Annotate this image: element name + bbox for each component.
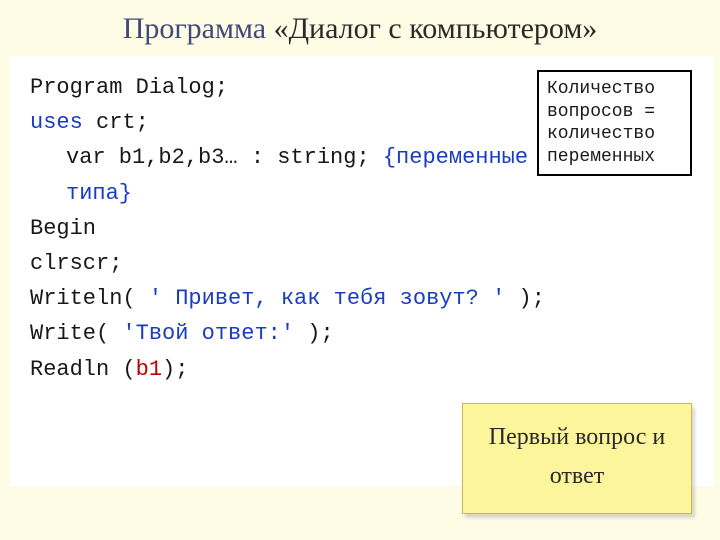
code-line-8: Readln (b1); [30,352,700,387]
code-text: Writeln( [30,286,136,311]
code-text: var b1,b2,b3… : string; [66,145,383,170]
string-literal: 'Твой ответ:' [122,321,294,346]
string-literal: ' Привет, как тебя зовут? ' [136,286,519,311]
title-word-1: Программа [123,12,266,45]
code-text: ); [519,286,545,311]
code-line-6: Writeln( ' Привет, как тебя зовут? ' ); [30,281,700,316]
code-text: Write( [30,321,122,346]
code-text: Readln ( [30,357,136,382]
note-box: Количество вопросов = количество перемен… [537,70,692,176]
code-text: ); [162,357,188,382]
code-line-7: Write( 'Твой ответ:' ); [30,316,700,351]
code-text: ); [294,321,334,346]
variable-b1: b1 [136,357,162,382]
code-line-4: Begin [30,211,700,246]
slide: Программа «Диалог с компьютером» Program… [0,0,720,540]
keyword-uses: uses [30,110,83,135]
slide-title: Программа «Диалог с компьютером» [0,0,720,52]
code-text: crt; [83,110,149,135]
title-word-2: «Диалог с компьютером» [274,12,598,45]
callout-yellow: Первый вопрос и ответ [462,403,692,514]
code-line-5: clrscr; [30,246,700,281]
